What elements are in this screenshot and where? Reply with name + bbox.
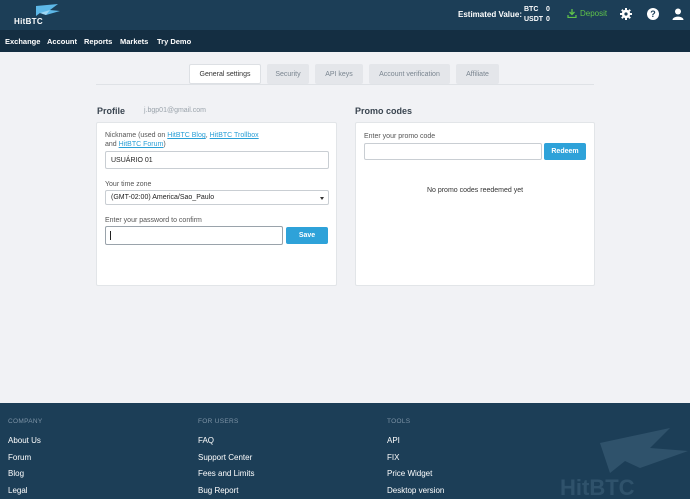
tab-security[interactable]: Security: [267, 64, 309, 84]
footer-link-faq[interactable]: FAQ: [198, 436, 214, 445]
svg-text:HitBTC: HitBTC: [560, 475, 635, 499]
save-button[interactable]: Save: [286, 227, 328, 244]
password-label: Enter your password to confirm: [105, 217, 202, 224]
usdt-balance: USDT 0: [524, 16, 550, 23]
nickname-label-and: and: [105, 141, 119, 148]
settings-tabs: General settings Security API keys Accou…: [0, 64, 690, 84]
nickname-label: Nickname (used on HitBTC Blog, HitBTC Tr…: [105, 131, 330, 149]
footer-link-blog[interactable]: Blog: [8, 469, 24, 478]
tab-general-settings[interactable]: General settings: [189, 64, 261, 84]
nav-reports[interactable]: Reports: [84, 37, 112, 46]
footer-watermark: HitBTC: [560, 428, 688, 499]
btc-currency: BTC: [524, 6, 539, 13]
hitbtc-blog-link[interactable]: HitBTC Blog: [167, 132, 206, 139]
nav-markets[interactable]: Markets: [120, 37, 148, 46]
nickname-label-suffix: ): [163, 141, 166, 148]
password-input[interactable]: [105, 226, 283, 245]
chevron-down-icon: [320, 197, 324, 200]
nav-account[interactable]: Account: [47, 37, 77, 46]
deposit-icon: [567, 9, 577, 18]
timezone-value: (GMT-02:00) America/Sao_Paulo: [111, 194, 215, 201]
footer-link-api[interactable]: API: [387, 436, 400, 445]
svg-text:?: ?: [650, 9, 656, 19]
redeem-button[interactable]: Redeem: [544, 143, 586, 160]
promo-code-input[interactable]: [364, 143, 542, 160]
promo-input-label: Enter your promo code: [364, 133, 436, 140]
tabs-divider: [96, 84, 594, 85]
footer-link-desktop-version[interactable]: Desktop version: [387, 486, 444, 495]
tab-api-keys[interactable]: API keys: [315, 64, 363, 84]
promo-title: Promo codes: [355, 106, 413, 116]
promo-card: Enter your promo code Redeem: [355, 122, 595, 286]
deposit-button[interactable]: Deposit: [567, 9, 607, 18]
help-icon[interactable]: ?: [646, 7, 660, 21]
footer-link-legal[interactable]: Legal: [8, 486, 28, 495]
btc-value: 0: [546, 6, 550, 13]
timezone-select[interactable]: (GMT-02:00) America/Sao_Paulo: [105, 190, 329, 205]
main-nav: Exchange Account Reports Markets Try Dem…: [0, 30, 690, 52]
gear-icon[interactable]: [619, 7, 633, 21]
deposit-label: Deposit: [580, 9, 608, 18]
tab-account-verification[interactable]: Account verification: [369, 64, 450, 84]
profile-title: Profile: [97, 106, 126, 116]
text-cursor: [110, 231, 111, 240]
footer-heading-company: COMPANY: [8, 418, 43, 425]
profile-card: Nickname (used on HitBTC Blog, HitBTC Tr…: [96, 122, 337, 286]
hitbtc-logo[interactable]: HitBTC: [6, 4, 62, 26]
profile-email: j.bgp01@gmail.com: [144, 107, 206, 114]
estimated-value-label: Estimated Value:: [458, 10, 523, 19]
logo-text: HitBTC: [14, 17, 43, 26]
nickname-value: USUÁRIO 01: [111, 156, 153, 164]
footer-link-fees-and-limits[interactable]: Fees and Limits: [198, 469, 254, 478]
footer-link-price-widget[interactable]: Price Widget: [387, 469, 432, 478]
footer-link-about-us[interactable]: About Us: [8, 436, 41, 445]
user-icon[interactable]: [671, 7, 685, 21]
footer-link-support-center[interactable]: Support Center: [198, 453, 252, 462]
hitbtc-forum-link[interactable]: HitBTC Forum: [119, 141, 164, 148]
timezone-label: Your time zone: [105, 181, 152, 188]
footer: HitBTC COMPANY About Us Forum Blog Legal…: [0, 403, 690, 499]
tab-affiliate[interactable]: Affiliate: [456, 64, 499, 84]
footer-heading-tools: TOOLS: [387, 418, 411, 425]
btc-balance: BTC 0: [524, 6, 550, 13]
promo-empty-message: No promo codes reedemed yet: [426, 187, 524, 194]
usdt-currency: USDT: [524, 16, 544, 23]
usdt-value: 0: [546, 16, 550, 23]
hitbtc-trollbox-link[interactable]: HitBTC Trollbox: [210, 132, 259, 139]
nav-exchange[interactable]: Exchange: [5, 37, 40, 46]
nickname-input[interactable]: USUÁRIO 01: [105, 151, 329, 169]
footer-heading-for-users: FOR USERS: [198, 418, 239, 425]
top-header: HitBTC Estimated Value: BTC 0 USDT 0 Dep…: [0, 0, 690, 30]
footer-link-bug-report[interactable]: Bug Report: [198, 486, 238, 495]
footer-link-forum[interactable]: Forum: [8, 453, 31, 462]
footer-link-fix[interactable]: FIX: [387, 453, 399, 462]
nickname-label-prefix: Nickname (used on: [105, 132, 168, 139]
nav-try-demo[interactable]: Try Demo: [157, 37, 191, 46]
